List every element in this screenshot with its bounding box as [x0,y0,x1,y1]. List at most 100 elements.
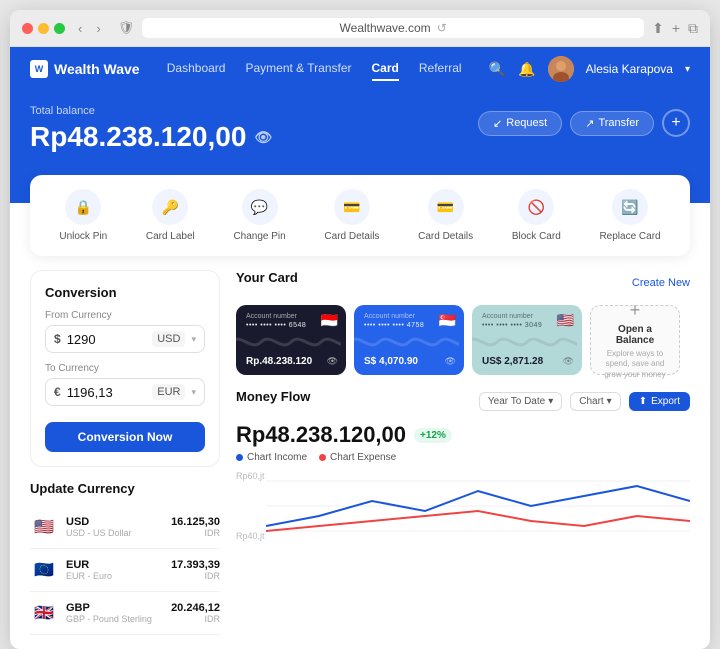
money-flow-controls: Year To Date ▾ Chart ▾ ⬆ Export [479,392,690,411]
update-currency-title: Update Currency [30,481,220,496]
forward-button[interactable]: › [91,19,105,38]
usd-flag: 🇺🇸 [30,513,58,541]
notification-icon[interactable]: 🔔 [518,61,535,78]
create-new-link[interactable]: Create New [632,277,690,289]
new-tab-icon[interactable]: + [672,20,680,37]
transfer-button[interactable]: ↗ Transfer [570,111,654,136]
card-details-1-label: Card Details [324,231,379,242]
card-usd-eye-icon[interactable]: 👁 [563,356,574,367]
conversion-title: Conversion [45,285,205,300]
from-currency-input[interactable]: $ 1290 USD ▾ [45,325,205,353]
legend-income-dot [236,454,243,461]
chart-area: Rp60,jt Rp40,jt [236,471,690,541]
card-idr-eye-icon[interactable]: 👁 [327,356,338,367]
legend-income: Chart Income [236,452,307,463]
eur-code: EUR [66,559,163,571]
cards-row: 🇮🇩 Account number •••• •••• •••• 6548 Rp… [236,305,690,375]
change-pin-label: Change Pin [233,231,285,242]
card-details-2-label: Card Details [418,231,473,242]
open-balance-title: Open a Balance [599,324,671,346]
card-sgd-amount: S$ 4,070.90 [364,356,418,367]
open-balance-desc: Explore ways to spend, save and grow you… [599,349,671,380]
card-idr[interactable]: 🇮🇩 Account number •••• •••• •••• 6548 Rp… [236,305,346,375]
card-usd-amount: US$ 2,871.28 [482,356,543,367]
chevron-down-icon[interactable]: ▾ [685,64,690,75]
chart-chevron: ▾ [607,396,612,407]
card-label-label: Card Label [146,231,195,242]
chart-y-labels: Rp60,jt Rp40,jt [236,471,265,541]
usd-value: 16.125,30 [171,516,220,528]
from-code[interactable]: USD [152,331,185,347]
close-button[interactable] [22,23,33,34]
unlock-pin-icon: 🔒 [65,189,101,225]
transfer-label: Transfer [598,117,639,129]
nav-links: Dashboard Payment & Transfer Card Referr… [160,57,469,81]
quick-card-label[interactable]: 🔑 Card Label [146,189,195,242]
to-code[interactable]: EUR [152,384,185,400]
quick-card-details-2[interactable]: 💳 Card Details [418,189,473,242]
to-currency-label: To Currency [45,363,205,374]
chart-select[interactable]: Chart ▾ [570,392,620,411]
quick-block-card[interactable]: 🚫 Block Card [512,189,561,242]
minimize-button[interactable] [38,23,49,34]
nav-dashboard[interactable]: Dashboard [167,57,226,81]
add-button[interactable]: + [662,109,690,137]
search-icon[interactable]: 🔍 [489,61,506,78]
card-sgd[interactable]: 🇸🇬 Account number •••• •••• •••• 4758 S$… [354,305,464,375]
to-currency-input[interactable]: € 1196,13 EUR ▾ [45,378,205,406]
request-button[interactable]: ↙ Request [478,111,562,136]
usd-name: USD - US Dollar [66,528,163,538]
right-panel: Your Card Create New 🇮🇩 Account number •… [236,270,690,635]
maximize-button[interactable] [54,23,65,34]
browser-nav[interactable]: ‹ › [73,19,106,38]
back-button[interactable]: ‹ [73,19,87,38]
year-to-date-select[interactable]: Year To Date ▾ [479,392,562,411]
card-idr-amount: Rp.48.238.120 [246,356,312,367]
usd-unit: IDR [171,528,220,538]
update-currency-section: Update Currency 🇺🇸 USD USD - US Dollar 1… [30,481,220,635]
eur-value-group: 17.393,39 IDR [171,559,220,581]
money-flow-section: Money Flow Year To Date ▾ Chart ▾ [236,389,690,541]
currency-row-eur: 🇪🇺 EUR EUR - Euro 17.393,39 IDR [30,549,220,592]
nav-card[interactable]: Card [372,57,399,81]
nav-referral[interactable]: Referral [419,57,462,81]
eye-icon[interactable]: 👁 [254,129,272,146]
usd-code: USD [66,516,163,528]
from-chevron-icon[interactable]: ▾ [191,334,196,345]
legend-expense: Chart Expense [319,452,396,463]
transfer-arrow-icon: ↗ [585,117,594,130]
convert-button[interactable]: Conversion Now [45,422,205,452]
legend-expense-dot [319,454,326,461]
card-usd[interactable]: 🇺🇸 Account number •••• •••• •••• 3049 US… [472,305,582,375]
chart-legend: Chart Income Chart Expense [236,452,690,463]
quick-card-details-1[interactable]: 💳 Card Details [324,189,379,242]
card-details-1-icon: 💳 [334,189,370,225]
to-symbol: € [54,385,61,399]
replace-card-label: Replace Card [599,231,660,242]
legend-expense-label: Chart Expense [330,452,396,463]
money-flow-header: Money Flow Year To Date ▾ Chart ▾ [236,389,690,414]
brand-icon: W [30,60,48,78]
block-card-label: Block Card [512,231,561,242]
flow-value: Rp48.238.120,00 [236,422,406,448]
quick-replace-card[interactable]: 🔄 Replace Card [599,189,660,242]
app-container: W Wealth Wave Dashboard Payment & Transf… [10,47,710,649]
chart-label: Chart [579,396,603,407]
request-label: Request [506,117,547,129]
address-bar[interactable]: Wealthwave.com ↺ [142,18,644,38]
your-card-header: Your Card Create New [236,270,690,295]
card-sgd-eye-icon[interactable]: 👁 [445,356,456,367]
quick-change-pin[interactable]: 💬 Change Pin [233,189,285,242]
nav-payment[interactable]: Payment & Transfer [245,57,351,81]
quick-unlock-pin[interactable]: 🔒 Unlock Pin [59,189,107,242]
user-avatar[interactable] [548,56,574,82]
to-chevron-icon[interactable]: ▾ [191,387,196,398]
share-icon[interactable]: ⬆ [652,20,664,37]
user-name: Alesia Karapova [586,62,673,76]
windows-icon[interactable]: ⧉ [688,20,698,37]
open-balance-card[interactable]: + Open a Balance Explore ways to spend, … [590,305,680,375]
reload-icon[interactable]: ↺ [437,21,447,35]
block-card-icon: 🚫 [518,189,554,225]
eur-value: 17.393,39 [171,559,220,571]
export-button[interactable]: ⬆ Export [629,392,690,411]
